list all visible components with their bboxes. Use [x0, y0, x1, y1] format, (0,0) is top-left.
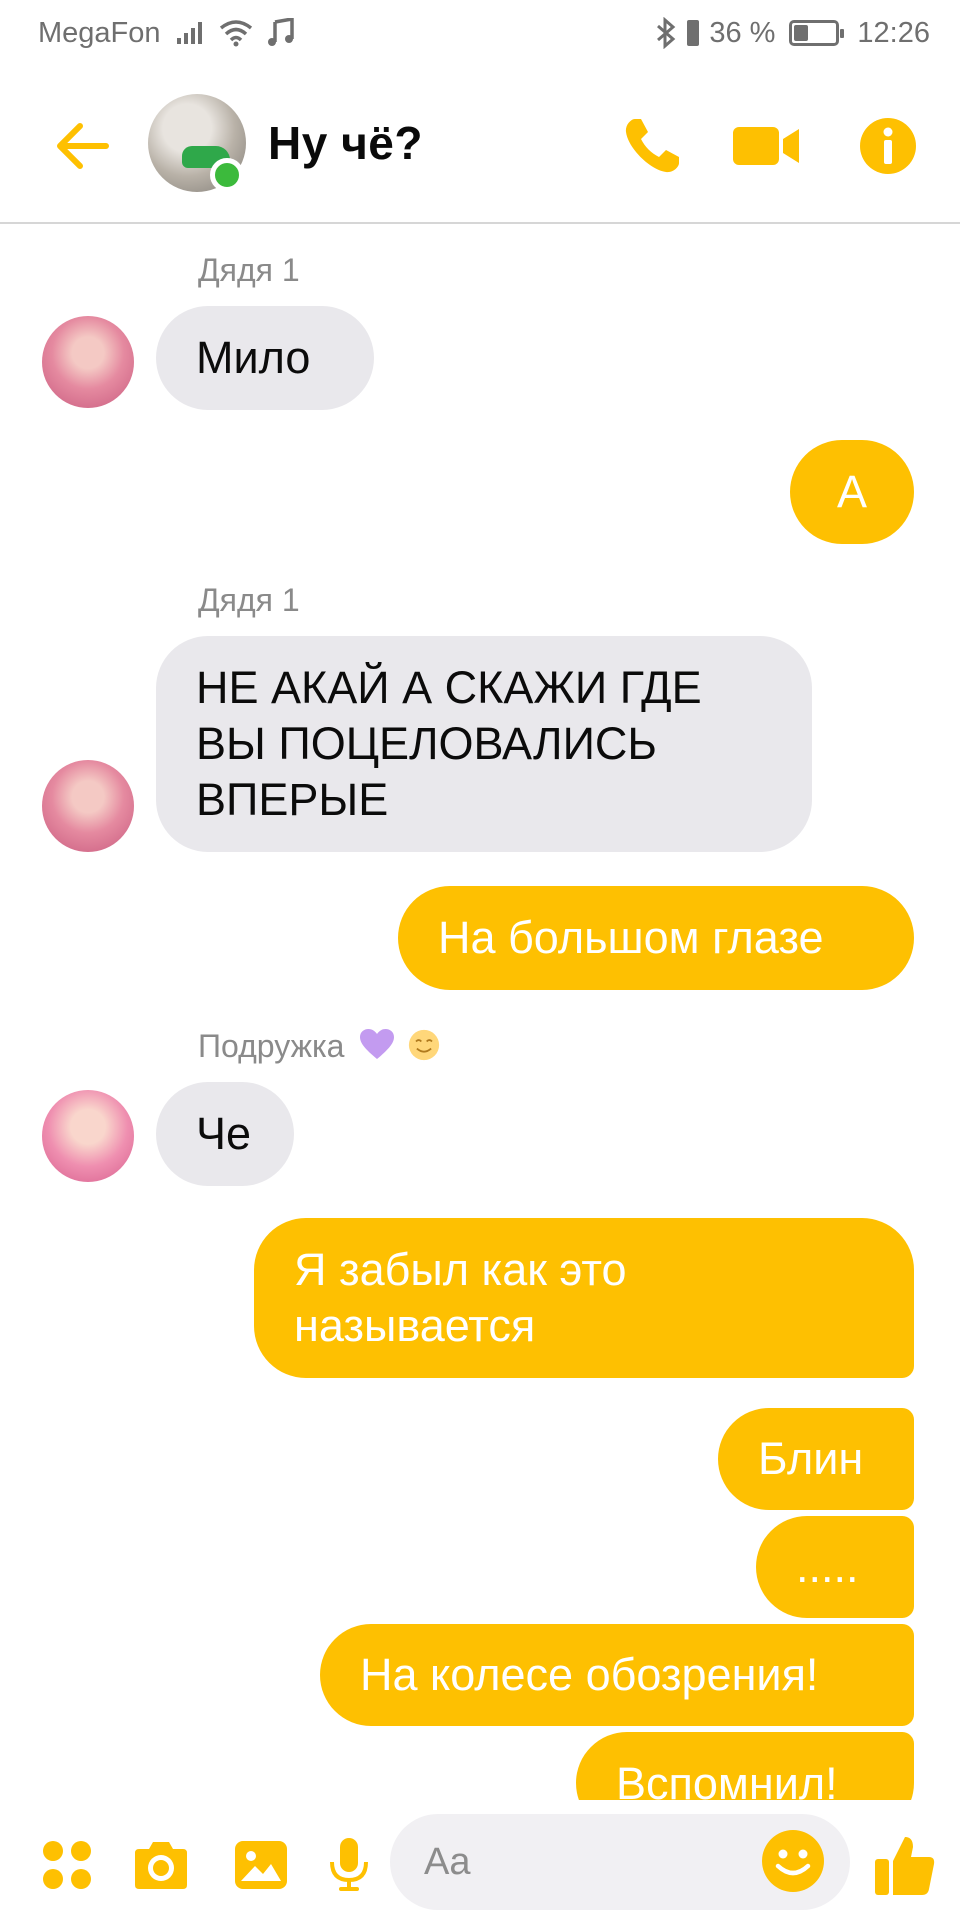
message-text: На большом глазе — [438, 912, 824, 963]
message-bubble-incoming[interactable]: НЕ АКАЙ А СКАЖИ ГДЕ ВЫ ПОЦЕЛОВАЛИСЬ ВПЕР… — [156, 636, 812, 852]
sender-name: Дядя 1 — [198, 582, 300, 618]
smiling-face-icon — [409, 1029, 440, 1061]
status-bar: MegaFon 36 % 12:26 — [0, 0, 960, 66]
message-bubble-outgoing[interactable]: На большом глазе — [398, 886, 914, 990]
avatar[interactable] — [42, 316, 134, 408]
avatar[interactable] — [42, 1090, 134, 1182]
purple-heart-icon — [360, 1029, 395, 1059]
battery-percent: 36 % — [709, 16, 776, 49]
video-icon — [733, 127, 799, 165]
message-composer — [0, 1800, 960, 1920]
message-text: Мило — [196, 332, 311, 383]
emoji-icon[interactable] — [760, 1828, 826, 1894]
message-text-line: ВЫ ПОЦЕЛОВАЛИСЬ — [196, 718, 657, 769]
info-icon — [860, 118, 916, 174]
camera-button[interactable] — [130, 1834, 192, 1896]
gallery-button[interactable] — [230, 1834, 292, 1896]
apps-icon — [43, 1841, 91, 1889]
message-list[interactable]: Дядя 1 Мило А Дядя 1 НЕ АКАЙ А СКАЖИ ГДЕ… — [0, 226, 960, 1800]
message-text-line: Я забыл как это — [294, 1244, 627, 1295]
message-bubble-incoming[interactable]: Че — [156, 1082, 294, 1186]
bluetooth-icon — [655, 17, 677, 49]
message-text: А — [836, 466, 867, 517]
camera-icon — [135, 1842, 187, 1889]
battery-fill — [794, 25, 809, 41]
message-text-line: НЕ АКАЙ А СКАЖИ ГДЕ — [196, 662, 702, 713]
message-bubble-outgoing[interactable]: ..... — [756, 1516, 914, 1618]
message-input[interactable] — [424, 1836, 724, 1888]
contact-avatar[interactable] — [148, 94, 246, 192]
carrier-name: MegaFon — [38, 16, 161, 49]
voice-button[interactable] — [318, 1834, 380, 1896]
status-right: 36 % 12:26 — [655, 17, 930, 50]
message-text: На колесе обозрения! — [360, 1649, 819, 1700]
vibrate-icon — [685, 18, 701, 48]
message-text: Блин — [758, 1433, 864, 1484]
thumbs-up-icon — [875, 1837, 935, 1895]
message-bubble-outgoing[interactable]: Блин — [718, 1408, 914, 1510]
message-bubble-outgoing[interactable]: Я забыл как это называется — [254, 1218, 914, 1378]
call-button[interactable] — [616, 110, 688, 182]
like-button[interactable] — [872, 1834, 938, 1896]
avatar[interactable] — [42, 760, 134, 852]
sender-name: Подружка — [198, 1028, 345, 1064]
online-indicator — [210, 158, 244, 192]
status-left: MegaFon — [38, 17, 295, 50]
message-text-line: ВПЕРЫЕ — [196, 774, 389, 825]
message-text: Че — [196, 1108, 252, 1159]
apps-button[interactable] — [36, 1834, 98, 1896]
sender-name: Дядя 1 — [198, 252, 300, 288]
chat-header: Ну чё? — [0, 66, 960, 224]
message-bubble-outgoing[interactable]: На колесе обозрения! — [320, 1624, 914, 1726]
microphone-icon — [330, 1838, 368, 1891]
message-bubble-incoming[interactable]: Мило — [156, 306, 374, 410]
info-button[interactable] — [852, 110, 924, 182]
message-input-container[interactable] — [390, 1814, 850, 1910]
message-bubble-outgoing[interactable]: Вспомнил! — [576, 1732, 914, 1800]
message-bubble-outgoing[interactable]: А — [790, 440, 914, 544]
message-text: ..... — [796, 1541, 859, 1592]
sender-name-row: Подружка — [198, 1028, 442, 1065]
gallery-icon — [235, 1841, 287, 1889]
clock: 12:26 — [857, 16, 930, 49]
battery-icon — [789, 20, 845, 46]
music-icon — [267, 18, 295, 48]
chat-title[interactable]: Ну чё? — [268, 116, 423, 170]
phone-icon — [625, 119, 679, 173]
wifi-icon — [219, 19, 253, 47]
back-arrow-icon — [57, 123, 109, 169]
video-call-button[interactable] — [730, 110, 802, 182]
signal-icon — [175, 20, 205, 46]
back-button[interactable] — [52, 116, 112, 176]
message-text: Вспомнил! — [616, 1758, 838, 1800]
message-text-line: называется — [294, 1300, 536, 1351]
